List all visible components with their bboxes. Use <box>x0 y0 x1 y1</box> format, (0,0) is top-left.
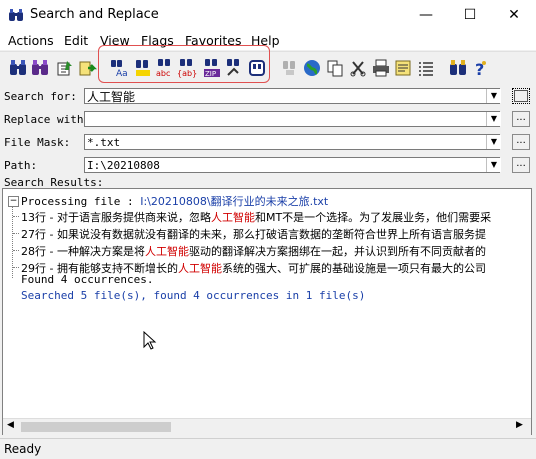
path-label: Path: <box>4 159 38 172</box>
path-dropdown-icon[interactable]: ▼ <box>486 158 501 172</box>
scroll-right-icon[interactable]: ▶ <box>516 420 523 430</box>
notes-icon[interactable] <box>393 58 413 78</box>
result-line[interactable]: 27行 - 如果说没有数据就没有翻译的未来，那么打破语言数据的垄断符合世界上所有… <box>21 226 486 242</box>
result-text: 27行 - 如果说没有数据就没有翻译的未来，那么打破语言数据的垄断符合世界上所有… <box>21 228 486 241</box>
tree-branch <box>13 250 19 251</box>
path-browse-button[interactable]: ... <box>512 157 530 173</box>
binoculars-app-icon <box>8 8 24 22</box>
delete-icon[interactable] <box>348 58 368 78</box>
search-browse-button[interactable] <box>512 88 530 104</box>
close-button[interactable]: ✕ <box>492 0 536 30</box>
status-bar: Ready <box>0 438 536 459</box>
find-in-files-icon[interactable] <box>30 58 50 78</box>
mask-browse-button[interactable]: ... <box>512 134 530 150</box>
result-line[interactable]: 13行 - 对于语言服务提供商来说，忽略人工智能和MT不是一个选择。为了发展业务… <box>21 209 491 225</box>
collapse-icon[interactable]: − <box>8 196 19 207</box>
path-row: Path: I:\20210808 ▼ ... <box>0 155 536 177</box>
binoculars-icon[interactable] <box>448 58 468 78</box>
search-dropdown-icon[interactable]: ▼ <box>486 89 501 103</box>
find-icon[interactable] <box>8 58 28 78</box>
globe-icon[interactable] <box>302 58 322 78</box>
disabled-icon[interactable] <box>280 58 300 78</box>
replace-browse-button[interactable]: ... <box>512 111 530 127</box>
title-bar: Search and Replace — ☐ ✕ <box>0 0 536 30</box>
toolbar-highlight-box <box>98 45 270 83</box>
result-text: 驱动的翻译解决方案捆绑在一起，并认识到所有不同贡献者的 <box>188 245 486 258</box>
result-line[interactable]: 28行 - 一种解决方案是将人工智能驱动的翻译解决方案捆绑在一起，并认识到所有不… <box>21 243 486 259</box>
result-match: 人工智能 <box>177 262 222 275</box>
result-text: 13行 - 对于语言服务提供商来说，忽略 <box>21 211 211 224</box>
window-title: Search and Replace <box>30 7 159 22</box>
scroll-thumb[interactable] <box>21 422 171 432</box>
print-icon[interactable] <box>371 58 391 78</box>
tree-branch <box>13 216 19 217</box>
results-pane[interactable]: − Processing file : I:\20210808\翻译行业的未来之… <box>2 188 532 435</box>
result-text: 和MT不是一个选择。为了发展业务，他们需要采 <box>254 211 492 224</box>
go-icon[interactable] <box>78 58 98 78</box>
mask-row: File Mask: *.txt ▼ ... <box>0 132 536 154</box>
processing-prefix: Processing file : <box>21 195 141 208</box>
search-input[interactable]: 人工智能 <box>84 88 500 104</box>
replace-input[interactable] <box>84 111 500 127</box>
file-mask-input[interactable]: *.txt <box>84 134 500 150</box>
found-count: Found 4 occurrences. <box>21 273 154 286</box>
mask-label: File Mask: <box>4 136 71 149</box>
scroll-left-icon[interactable]: ◀ <box>7 420 14 430</box>
tree-branch <box>13 267 19 268</box>
menu-actions[interactable]: Actions <box>8 33 54 48</box>
search-label: Search for: <box>4 90 77 103</box>
help-icon[interactable]: ? <box>470 58 490 78</box>
path-input[interactable]: I:\20210808 <box>84 157 500 173</box>
result-match: 人工智能 <box>144 245 189 258</box>
processing-line: Processing file : I:\20210808\翻译行业的未来之旅.… <box>21 193 328 209</box>
replace-dropdown-icon[interactable]: ▼ <box>486 112 501 126</box>
processing-path: I:\20210808\翻译行业的未来之旅.txt <box>140 195 329 208</box>
mouse-cursor-icon <box>143 330 157 354</box>
list-icon[interactable] <box>416 58 436 78</box>
maximize-button[interactable]: ☐ <box>448 0 492 30</box>
copy-icon[interactable] <box>325 58 345 78</box>
mask-dropdown-icon[interactable]: ▼ <box>486 135 501 149</box>
horizontal-scrollbar[interactable]: ◀ ▶ <box>3 418 531 435</box>
result-match: 人工智能 <box>210 211 255 224</box>
replace-label: Replace with: <box>4 113 91 126</box>
status-text: Ready <box>4 442 42 456</box>
search-summary: Searched 5 file(s), found 4 occurrences … <box>21 289 366 302</box>
replace-row: Replace with: ▼ ... <box>0 109 536 131</box>
tree-branch <box>13 233 19 234</box>
result-text: 系统的强大、可扩展的基础设施是一项只有最大的公司 <box>221 262 486 275</box>
menu-edit[interactable]: Edit <box>64 33 88 48</box>
minimize-button[interactable]: — <box>404 0 448 30</box>
open-folder-icon[interactable] <box>55 58 75 78</box>
result-text: 28行 - 一种解决方案是将 <box>21 245 145 258</box>
search-row: Search for: 人工智能 ▼ <box>0 86 536 108</box>
